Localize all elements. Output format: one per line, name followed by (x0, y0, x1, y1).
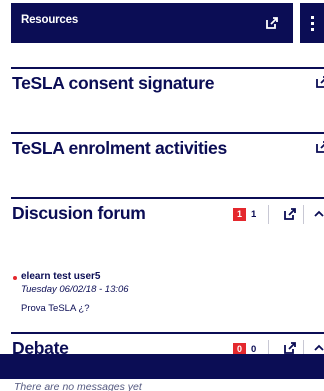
post-author[interactable]: elearn test user5 (21, 271, 101, 282)
external-link-icon[interactable] (316, 76, 324, 88)
forum-section-title[interactable]: Discusion forum (12, 203, 146, 224)
resources-title: Resources (21, 14, 79, 26)
separator (268, 205, 269, 224)
separator (303, 205, 304, 224)
forum-new-count-badge: 1 (233, 208, 246, 221)
consent-section-title[interactable]: TeSLA consent signature (12, 73, 214, 94)
post-message[interactable]: Prova TeSLA ¿? (21, 303, 89, 314)
external-link-icon[interactable] (284, 342, 296, 354)
external-link-icon[interactable] (284, 208, 296, 220)
section-divider (11, 132, 324, 134)
resources-header[interactable]: Resources (11, 3, 293, 43)
separator (303, 340, 304, 354)
section-divider (11, 332, 324, 334)
kebab-menu-icon (311, 16, 314, 32)
external-link-icon[interactable] (316, 141, 324, 153)
chevron-up-icon[interactable] (314, 209, 324, 219)
post-date: Tuesday 06/02/18 - 13:06 (21, 284, 129, 295)
enrolment-section-title[interactable]: TeSLA enrolment activities (12, 138, 227, 159)
forum-total-count: 1 (251, 209, 257, 220)
menu-button[interactable] (300, 3, 324, 43)
external-link-icon[interactable] (266, 17, 278, 29)
empty-messages-text: There are no messages yet (14, 381, 142, 391)
separator (268, 340, 269, 354)
chevron-up-icon[interactable] (314, 343, 324, 353)
bottom-overlay-bar (0, 354, 324, 379)
unread-indicator (13, 276, 17, 280)
section-divider (11, 197, 324, 199)
section-divider (11, 67, 324, 69)
